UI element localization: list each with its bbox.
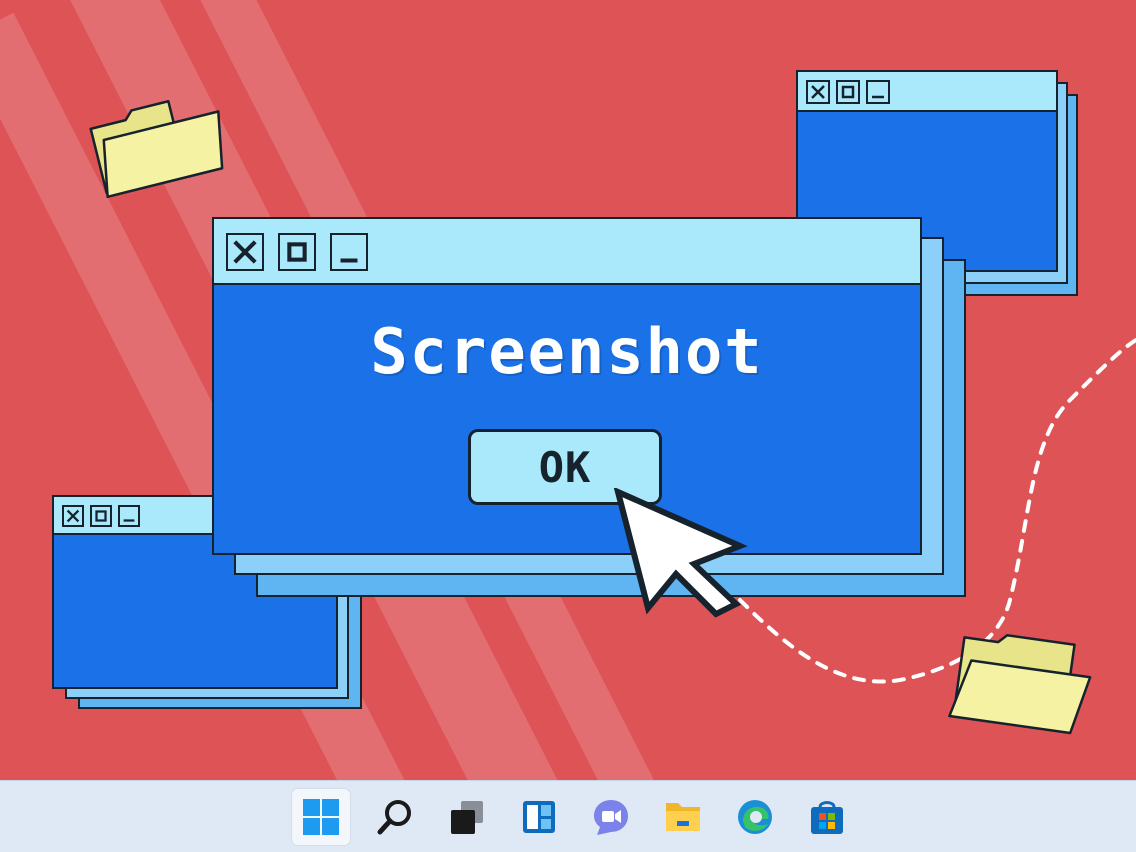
folder-icon[interactable] (82, 82, 242, 202)
taskbar (0, 780, 1136, 852)
file-explorer-icon (666, 803, 700, 831)
store-button[interactable] (798, 789, 856, 845)
task-view-button[interactable] (438, 789, 496, 845)
close-icon (233, 240, 257, 264)
close-icon (66, 509, 80, 523)
close-icon (811, 85, 825, 99)
search-icon (377, 800, 411, 835)
widgets-icon (523, 801, 555, 833)
close-button[interactable] (62, 505, 84, 527)
chat-button[interactable] (582, 789, 640, 845)
edge-icon (738, 800, 772, 834)
desktop: Screenshot OK (0, 0, 1136, 852)
minimize-button[interactable] (866, 80, 890, 104)
teams-chat-icon (594, 800, 628, 835)
folder-icon[interactable] (938, 628, 1108, 748)
title-bar (214, 219, 920, 285)
maximize-button[interactable] (90, 505, 112, 527)
minimize-icon (123, 519, 135, 522)
maximize-button[interactable] (278, 233, 316, 271)
windows-logo-icon (303, 799, 339, 835)
minimize-icon (872, 95, 884, 99)
start-button[interactable] (292, 789, 350, 845)
minimize-button[interactable] (118, 505, 140, 527)
dialog-message: Screenshot (370, 315, 764, 388)
search-button[interactable] (366, 789, 424, 845)
maximize-icon (841, 85, 855, 99)
microsoft-store-icon (811, 801, 843, 834)
maximize-icon (95, 510, 107, 522)
title-bar (798, 72, 1056, 112)
screenshot-dialog[interactable]: Screenshot OK (212, 217, 972, 602)
file-explorer-button[interactable] (654, 789, 712, 845)
task-view-icon (451, 801, 483, 834)
minimize-icon (340, 258, 358, 263)
dialog-frame: Screenshot OK (212, 217, 922, 555)
maximize-button[interactable] (836, 80, 860, 104)
maximize-icon (287, 242, 307, 262)
mouse-pointer-icon (613, 488, 748, 618)
minimize-button[interactable] (330, 233, 368, 271)
close-button[interactable] (226, 233, 264, 271)
close-button[interactable] (806, 80, 830, 104)
edge-button[interactable] (726, 789, 784, 845)
widgets-button[interactable] (510, 789, 568, 845)
